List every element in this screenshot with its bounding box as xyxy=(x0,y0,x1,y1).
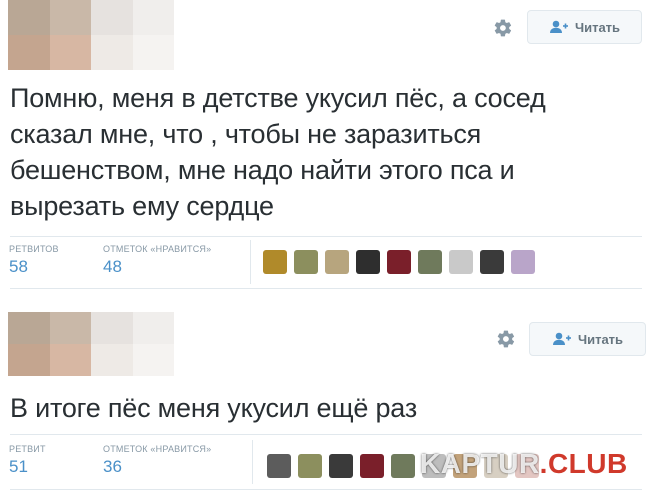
liker-avatar[interactable] xyxy=(298,454,322,478)
tweet-text: В итоге пёс меня укусил ещё раз xyxy=(10,393,418,423)
watermark: KAPTUR.CLUB xyxy=(420,448,628,480)
tweet-text: Помню, меня в детстве укусил пёс, а сосе… xyxy=(10,83,546,221)
likes-label: ОТМЕТОК «НРАВИТСЯ» xyxy=(103,244,212,254)
retweets-label: РЕТВИТ xyxy=(9,444,46,454)
add-user-icon xyxy=(549,20,568,33)
follow-label: Читать xyxy=(577,331,624,347)
liker-avatar[interactable] xyxy=(356,250,380,274)
avatar-pixel xyxy=(8,0,50,35)
liker-avatar[interactable] xyxy=(329,454,353,478)
avatar-pixel xyxy=(49,344,91,376)
watermark-suffix: CLUB xyxy=(547,448,628,479)
liker-avatar[interactable] xyxy=(263,250,287,274)
avatar-pixel xyxy=(91,0,133,35)
avatar[interactable] xyxy=(8,0,174,70)
likes-count: 36 xyxy=(103,457,122,476)
follow-button[interactable]: Читать xyxy=(529,322,646,356)
likes-stat[interactable]: ОТМЕТОК «НРАВИТСЯ» 36 xyxy=(103,444,211,477)
stats-separator xyxy=(252,440,253,484)
likers-list xyxy=(263,250,535,274)
liker-avatar[interactable] xyxy=(511,250,535,274)
tweet-card: Читать Помню, меня в детстве укусил пёс,… xyxy=(0,0,650,300)
retweets-label: РЕТВИТОВ xyxy=(9,244,59,254)
watermark-dot: . xyxy=(539,448,548,479)
likes-count: 48 xyxy=(103,257,122,276)
liker-avatar[interactable] xyxy=(480,250,504,274)
liker-avatar[interactable] xyxy=(267,454,291,478)
avatar[interactable] xyxy=(8,312,174,376)
avatar-pixel xyxy=(8,312,50,344)
avatar-pixel xyxy=(8,35,50,70)
add-user-icon xyxy=(552,332,571,345)
likes-label: ОТМЕТОК «НРАВИТСЯ» xyxy=(103,444,212,454)
liker-avatar[interactable] xyxy=(418,250,442,274)
follow-button[interactable]: Читать xyxy=(527,10,642,44)
divider xyxy=(10,288,642,289)
avatar-pixel xyxy=(91,312,133,344)
retweets-stat[interactable]: РЕТВИТ 51 xyxy=(9,444,46,477)
divider xyxy=(10,434,642,435)
avatar-pixel xyxy=(91,35,133,70)
liker-avatar[interactable] xyxy=(360,454,384,478)
stats-separator xyxy=(250,240,251,284)
likes-stat[interactable]: ОТМЕТОК «НРАВИТСЯ» 48 xyxy=(103,244,211,277)
divider xyxy=(10,236,642,237)
avatar-pixel xyxy=(49,35,91,70)
liker-avatar[interactable] xyxy=(387,250,411,274)
avatar-pixel xyxy=(132,0,174,35)
liker-avatar[interactable] xyxy=(294,250,318,274)
follow-label: Читать xyxy=(574,19,621,35)
watermark-prefix: KAPTUR xyxy=(420,448,540,479)
retweets-count: 51 xyxy=(9,457,28,476)
avatar-pixel xyxy=(8,344,50,376)
avatar-pixel xyxy=(132,344,174,376)
avatar-pixel xyxy=(49,312,91,344)
retweets-count: 58 xyxy=(9,257,28,276)
retweets-stat[interactable]: РЕТВИТОВ 58 xyxy=(9,244,59,277)
gear-icon xyxy=(494,19,512,37)
avatar-pixel xyxy=(49,0,91,35)
avatar-pixel xyxy=(132,312,174,344)
avatar-pixel xyxy=(91,344,133,376)
gear-icon xyxy=(497,330,515,348)
liker-avatar[interactable] xyxy=(391,454,415,478)
gear-button[interactable] xyxy=(492,17,514,39)
liker-avatar[interactable] xyxy=(325,250,349,274)
liker-avatar[interactable] xyxy=(449,250,473,274)
divider xyxy=(10,489,642,490)
avatar-pixel xyxy=(132,35,174,70)
gear-button[interactable] xyxy=(495,328,517,350)
